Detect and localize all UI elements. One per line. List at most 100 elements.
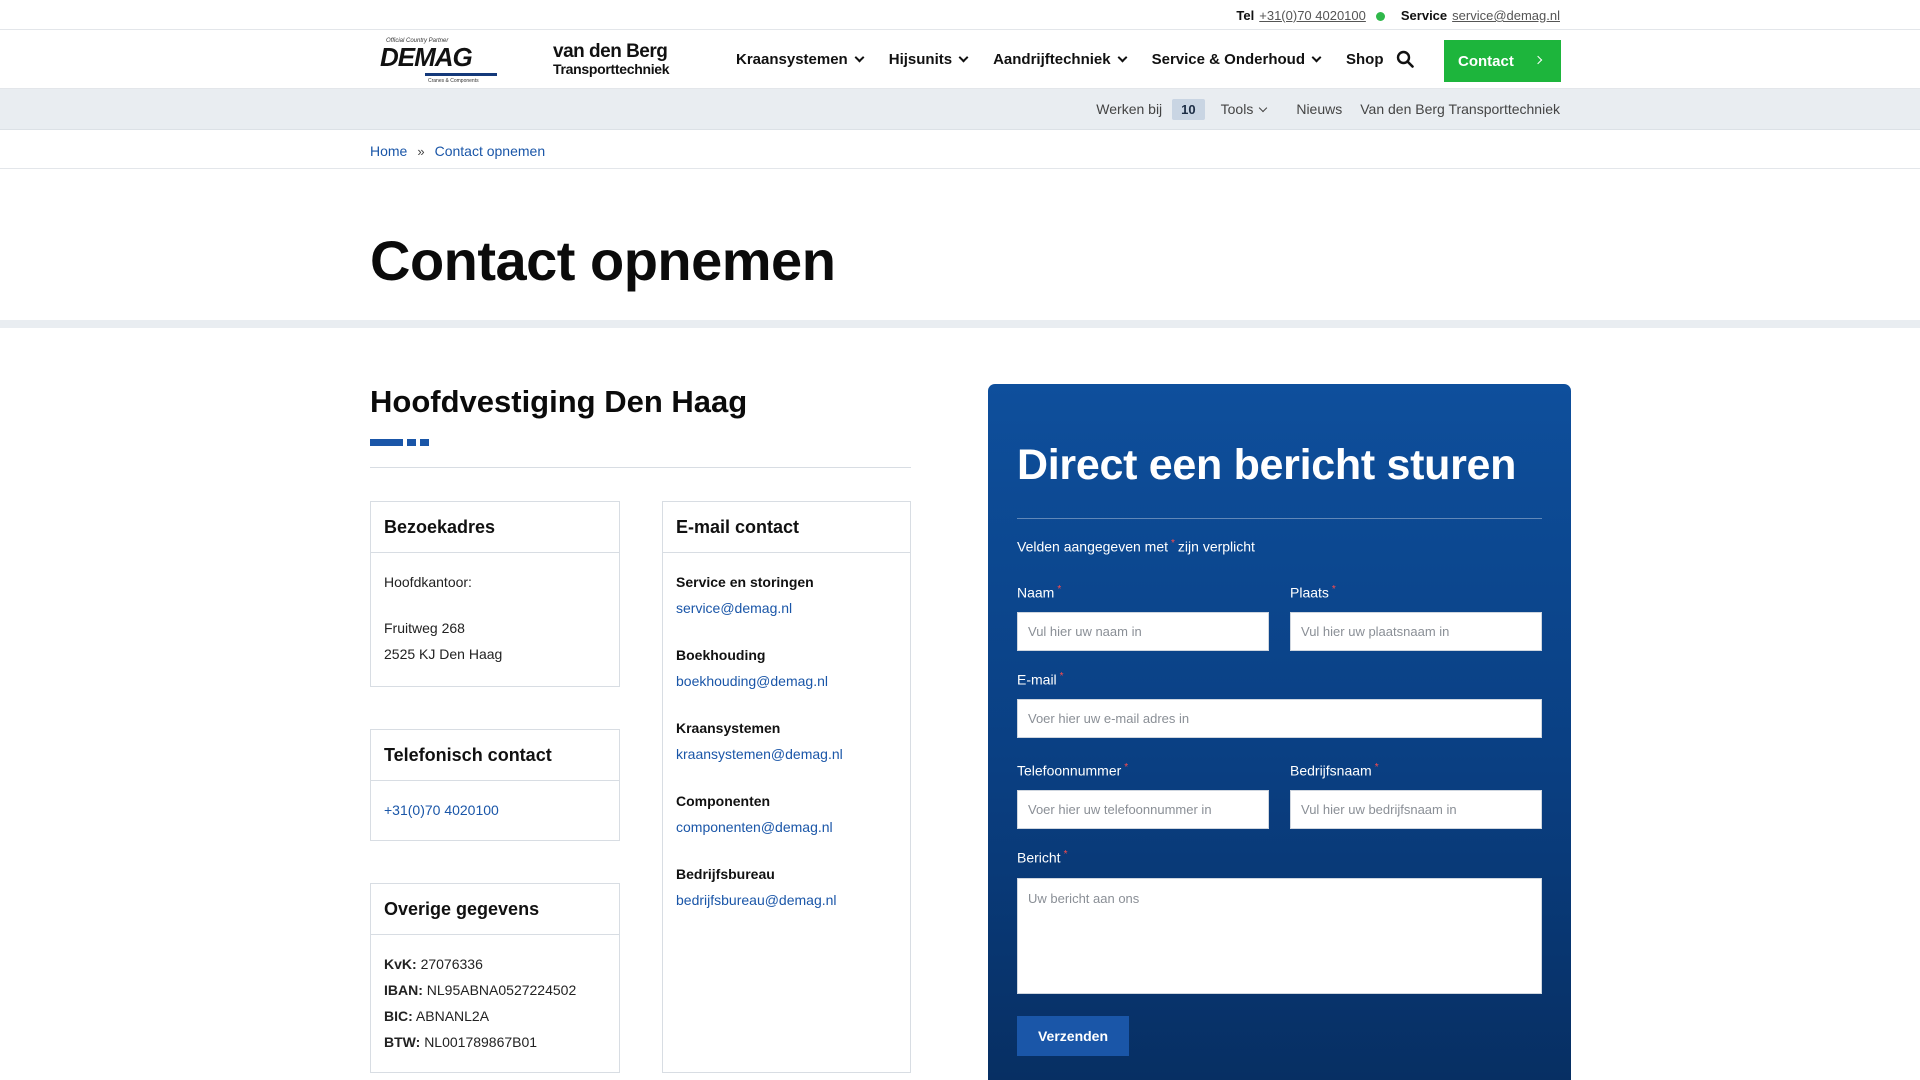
- telefoon-input[interactable]: [1017, 790, 1269, 829]
- chevron-down-icon: [1311, 52, 1322, 62]
- title-band-divider: [0, 320, 1920, 328]
- required-asterisk: *: [1057, 584, 1062, 595]
- nav-label: Service & Onderhoud: [1151, 50, 1305, 68]
- email-group-boekhouding: Boekhouding boekhouding@demag.nl: [676, 642, 897, 694]
- plaats-input[interactable]: [1290, 612, 1542, 651]
- bedrijf-input[interactable]: [1290, 790, 1542, 829]
- secondary-nav: Werken bij 10 Tools Nieuws Van den Berg …: [0, 89, 1920, 130]
- demag-logo[interactable]: Official Country Partner DEMAG Cranes & …: [380, 38, 498, 84]
- street-text: Fruitweg 268: [384, 620, 465, 636]
- row-value: NL001789867B01: [424, 1034, 538, 1050]
- search-icon[interactable]: [1396, 50, 1414, 68]
- kvk-row: KvK: 27076336: [384, 951, 606, 977]
- breadcrumb-current[interactable]: Contact opnemen: [435, 143, 546, 159]
- phone-link[interactable]: +31(0)70 4020100: [384, 802, 499, 818]
- email-link[interactable]: bedrijfsbureau@demag.nl: [676, 892, 837, 908]
- required-asterisk: *: [1374, 762, 1379, 773]
- chevron-down-icon: [958, 52, 969, 62]
- form-title: Direct een bericht sturen: [1017, 441, 1517, 489]
- required-asterisk: *: [1331, 584, 1336, 595]
- submit-button[interactable]: Verzenden: [1017, 1016, 1129, 1056]
- note-text: Velden aangegeven met: [1017, 538, 1169, 555]
- nav-label: Aandrijftechniek: [993, 50, 1111, 68]
- contact-form-panel: Direct een bericht sturen Velden aangege…: [988, 384, 1571, 1080]
- row-label: BTW:: [384, 1034, 421, 1050]
- bericht-label: Bericht *: [1017, 849, 1070, 866]
- topbar-service: Service service@demag.nl: [1401, 8, 1560, 23]
- logo-word: DEMAG: [380, 42, 473, 72]
- email-link[interactable]: service@demag.nl: [676, 600, 792, 616]
- email-link[interactable]: componenten@demag.nl: [676, 819, 833, 835]
- topbar-phone: Tel +31(0)70 4020100: [1236, 8, 1385, 23]
- breadcrumb-separator-icon: »: [417, 143, 425, 159]
- breadcrumb: Home » Contact opnemen: [370, 143, 545, 159]
- office-label: Hoofdkantoor:: [384, 574, 472, 590]
- email-group-title: Service en storingen: [676, 574, 814, 590]
- email-group-service: Service en storingen service@demag.nl: [676, 569, 897, 621]
- chevron-right-icon: [1533, 55, 1543, 65]
- row-label: IBAN:: [384, 982, 423, 998]
- email-link[interactable]: boekhouding@demag.nl: [676, 673, 828, 689]
- chevron-down-icon: [1117, 52, 1128, 62]
- subnav-tools[interactable]: Tools: [1220, 101, 1268, 117]
- tel-link[interactable]: +31(0)70 4020100: [1259, 8, 1366, 23]
- label-text: Bericht: [1017, 849, 1061, 866]
- bic-row: BIC: ABNANL2A: [384, 1003, 606, 1029]
- title-accent-dashes: [370, 439, 429, 446]
- werken-bij-label: Werken bij: [1096, 101, 1163, 117]
- required-note: Velden aangegeven met * zijn verplicht: [1017, 538, 1255, 555]
- breadcrumb-home[interactable]: Home: [370, 143, 407, 159]
- nav-service-onderhoud[interactable]: Service & Onderhoud: [1151, 50, 1322, 68]
- service-label: Service: [1400, 8, 1448, 23]
- email-group-title: Bedrijfsbureau: [676, 866, 775, 882]
- tel-label: Tel: [1236, 8, 1255, 23]
- row-label: KvK:: [384, 956, 417, 972]
- contact-button-label: Contact: [1458, 52, 1514, 70]
- required-asterisk: *: [1063, 849, 1068, 860]
- main-nav: Kraansystemen Hijsunits Aandrijftechniek…: [736, 30, 1409, 88]
- main-header: Official Country Partner DEMAG Cranes & …: [0, 30, 1920, 89]
- form-divider: [1017, 518, 1542, 519]
- required-asterisk: *: [1124, 762, 1129, 773]
- card-title: Telefonisch contact: [371, 730, 619, 781]
- vdb-logo-line1: van den Berg: [553, 41, 668, 62]
- service-email-link[interactable]: service@demag.nl: [1452, 8, 1560, 23]
- email-link[interactable]: kraansystemen@demag.nl: [676, 746, 843, 762]
- nav-kraansystemen[interactable]: Kraansystemen: [736, 50, 865, 68]
- required-asterisk: *: [1171, 538, 1175, 549]
- nav-aandrijftechniek[interactable]: Aandrijftechniek: [993, 50, 1128, 68]
- accent-dash: [407, 439, 416, 446]
- email-contact-card: E-mail contact Service en storingen serv…: [662, 501, 911, 1073]
- nav-label: Kraansystemen: [736, 50, 848, 68]
- subnav-nieuws[interactable]: Nieuws: [1296, 101, 1342, 117]
- bericht-textarea[interactable]: [1017, 878, 1542, 994]
- note-text: zijn verplicht: [1177, 538, 1255, 555]
- label-text: Bedrijfsnaam: [1290, 762, 1372, 779]
- vdb-logo-line2: Transporttechniek: [553, 61, 670, 77]
- nav-hijsunits[interactable]: Hijsunits: [888, 50, 969, 68]
- van-den-berg-logo[interactable]: van den Berg Transporttechniek: [553, 41, 670, 77]
- accent-dash: [420, 439, 429, 446]
- hq-title: Hoofdvestiging Den Haag: [370, 384, 748, 419]
- email-group-componenten: Componenten componenten@demag.nl: [676, 788, 897, 840]
- visit-address-card: Bezoekadres Hoofdkantoor: Fruitweg 268 2…: [370, 501, 620, 687]
- nav-label: Hijsunits: [888, 50, 953, 68]
- hq-divider: [370, 467, 911, 468]
- contact-button[interactable]: Contact: [1444, 40, 1561, 82]
- logo-bar: [425, 73, 497, 76]
- email-group-bedrijfsbureau: Bedrijfsbureau bedrijfsbureau@demag.nl: [676, 861, 897, 913]
- tools-label: Tools: [1220, 101, 1254, 117]
- label-text: Plaats: [1290, 584, 1329, 601]
- nav-shop[interactable]: Shop: [1346, 51, 1384, 68]
- row-value: 27076336: [420, 956, 483, 972]
- label-text: Telefoonnummer: [1017, 762, 1122, 779]
- telefoon-label: Telefoonnummer *: [1017, 762, 1131, 779]
- breadcrumb-divider: [0, 168, 1920, 169]
- email-input[interactable]: [1017, 699, 1542, 738]
- subnav-werken-bij[interactable]: Werken bij 10: [1096, 98, 1205, 120]
- naam-input[interactable]: [1017, 612, 1269, 651]
- row-value: NL95ABNA0527224502: [426, 982, 577, 998]
- nav-label: Shop: [1345, 50, 1384, 68]
- subnav-van-den-berg[interactable]: Van den Berg Transporttechniek: [1360, 101, 1560, 117]
- label-text: Naam: [1017, 584, 1055, 601]
